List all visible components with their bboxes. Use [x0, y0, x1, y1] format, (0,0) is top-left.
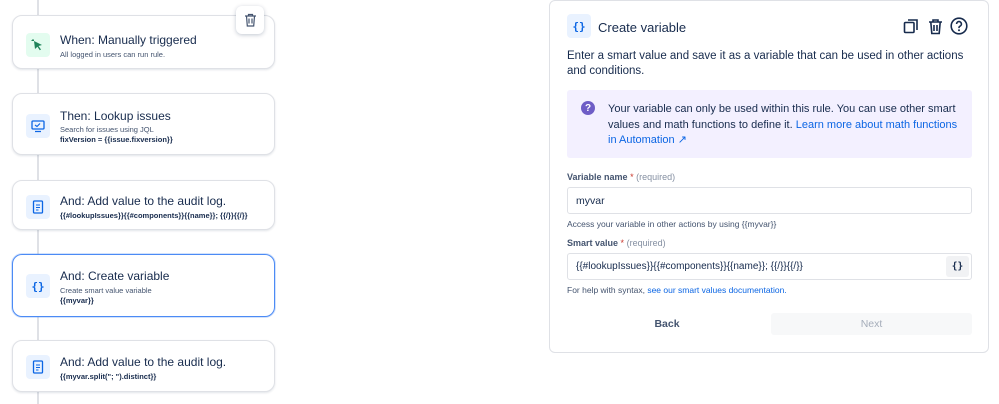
create-variable-panel: {} Create variable Enter a smart value a…: [549, 0, 989, 353]
card-subtitle: All logged in users can run rule.: [60, 50, 166, 59]
card-title: Then: Lookup issues: [60, 109, 171, 123]
flow-card-lookup-issues[interactable]: Then: Lookup issues Search for issues us…: [12, 93, 275, 155]
panel-description: Enter a smart value and save it as a var…: [567, 50, 964, 77]
back-button[interactable]: Back: [567, 313, 767, 335]
panel-header-actions: [902, 17, 968, 35]
braces-icon: {}: [567, 14, 591, 38]
label-text: Smart value: [567, 238, 619, 248]
help-icon: [950, 17, 968, 35]
cursor-click-icon: [26, 33, 50, 57]
card-code: {{#lookupIssues}}{{#components}}{{name}}…: [60, 211, 248, 220]
variable-name-help: Access your variable in other actions by…: [567, 219, 777, 229]
card-subtitle: Create smart value variable: [60, 286, 152, 295]
smart-value-picker-button[interactable]: {}: [946, 256, 969, 277]
required-mark: *: [630, 172, 634, 182]
card-code: fixVersion = {{issue.fixversion}}: [60, 135, 173, 144]
variable-name-value: myvar: [576, 194, 605, 207]
document-icon: [26, 355, 50, 379]
panel-title: Create variable: [598, 20, 687, 35]
flow-card-audit-log-1[interactable]: And: Add value to the audit log. {{#look…: [12, 180, 275, 230]
card-subtitle: Search for issues using JQL: [60, 125, 154, 134]
next-button[interactable]: Next: [771, 313, 972, 335]
required-text: (required): [636, 172, 676, 182]
duplicate-button[interactable]: [902, 17, 920, 35]
duplicate-icon: [903, 19, 918, 34]
card-code: {{myvar}}: [60, 296, 94, 305]
variable-name-label: Variable name * (required): [567, 172, 675, 182]
question-icon: ?: [581, 101, 595, 115]
delete-trigger-button[interactable]: [236, 6, 264, 34]
flow-card-audit-log-2[interactable]: And: Add value to the audit log. {{myvar…: [12, 340, 275, 392]
smart-value-label: Smart value * (required): [567, 238, 666, 248]
trash-icon: [928, 18, 942, 34]
help-prefix: For help with syntax,: [567, 285, 648, 295]
smart-value-input[interactable]: {{#lookupIssues}}{{#components}}{{name}}…: [567, 253, 972, 280]
delete-button[interactable]: [926, 17, 944, 35]
trash-icon: [244, 13, 256, 27]
card-code: {{myvar.split("; ").distinct}}: [60, 372, 157, 381]
help-button[interactable]: [950, 17, 968, 35]
card-title: And: Add value to the audit log.: [60, 194, 227, 208]
smart-value-text: {{#lookupIssues}}{{#components}}{{name}}…: [576, 261, 803, 272]
braces-icon: {}: [26, 274, 50, 298]
variable-name-input[interactable]: myvar: [567, 187, 972, 214]
info-text: Your variable can only be used within th…: [608, 102, 963, 149]
monitor-icon: [26, 114, 50, 138]
smart-value-help: For help with syntax, see our smart valu…: [567, 285, 787, 295]
document-icon: [26, 195, 50, 219]
card-title: And: Create variable: [60, 269, 170, 283]
required-mark: *: [620, 238, 625, 248]
label-text: Variable name: [567, 172, 628, 182]
card-title: When: Manually triggered: [60, 33, 197, 47]
smart-values-docs-link[interactable]: see our smart values documentation.: [647, 285, 786, 295]
info-banner: ? Your variable can only be used within …: [567, 90, 972, 158]
flow-card-create-variable[interactable]: {} And: Create variable Create smart val…: [12, 254, 275, 317]
required-text: (required): [626, 238, 666, 248]
card-title: And: Add value to the audit log.: [60, 355, 227, 369]
